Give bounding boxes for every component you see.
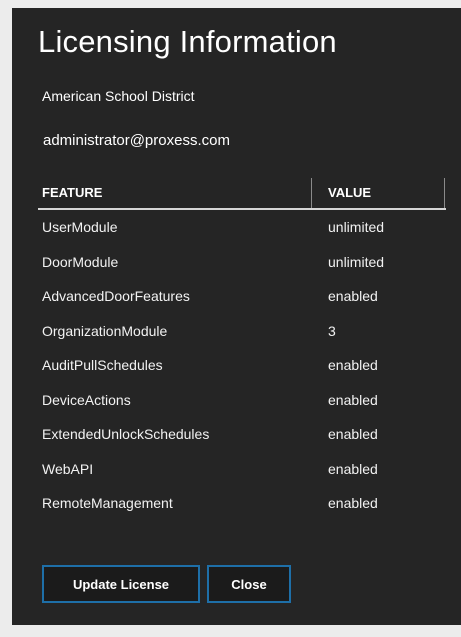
value-cell: unlimited [328,219,385,235]
value-cell: enabled [328,426,378,442]
table-row: AuditPullSchedules enabled [38,348,446,383]
table-row: DeviceActions enabled [38,383,446,418]
value-cell: 3 [328,322,336,339]
table-row: RemoteManagement enabled [38,486,446,521]
update-license-button[interactable]: Update License [42,565,200,603]
license-feature-table: FEATURE VALUE UserModule unlimited DoorMod… [38,176,446,521]
value-cell: enabled [328,495,378,511]
licensing-dialog: Licensing Information American School Di… [12,8,461,625]
table-header: FEATURE VALUE [38,176,446,210]
feature-cell: UserModule [42,219,118,235]
column-header-feature[interactable]: FEATURE [42,185,102,200]
organization-name: American School District [42,88,195,104]
table-row: ExtendedUnlockSchedules enabled [38,417,446,452]
feature-cell: DoorModule [42,253,119,270]
table-row: WebAPI enabled [38,452,446,487]
table-row: DoorModule unlimited [38,245,446,280]
column-header-value[interactable]: VALUE [328,185,371,200]
feature-cell: AdvancedDoorFeatures [42,288,190,304]
value-cell: enabled [328,460,378,477]
table-row: OrganizationModule 3 [38,314,446,349]
feature-cell: OrganizationModule [42,322,168,339]
table-row: UserModule unlimited [38,210,446,245]
value-cell: unlimited [328,253,385,270]
page-background: Licensing Information American School Di… [0,0,461,637]
column-divider-right[interactable] [444,178,445,208]
value-cell: enabled [328,288,378,304]
column-divider[interactable] [311,178,312,208]
feature-cell: ExtendedUnlockSchedules [42,426,210,442]
close-button[interactable]: Close [207,565,291,603]
feature-cell: DeviceActions [42,391,131,408]
table-row: AdvancedDoorFeatures enabled [38,279,446,314]
feature-cell: RemoteManagement [42,495,173,511]
account-email: administrator@proxess.com [43,132,230,149]
dialog-title: Licensing Information [38,24,337,59]
table-body: UserModule unlimited DoorModule unlimited Ad… [38,210,446,521]
feature-cell: AuditPullSchedules [42,357,163,373]
value-cell: enabled [328,391,378,408]
feature-cell: WebAPI [42,460,94,477]
value-cell: enabled [328,357,378,373]
